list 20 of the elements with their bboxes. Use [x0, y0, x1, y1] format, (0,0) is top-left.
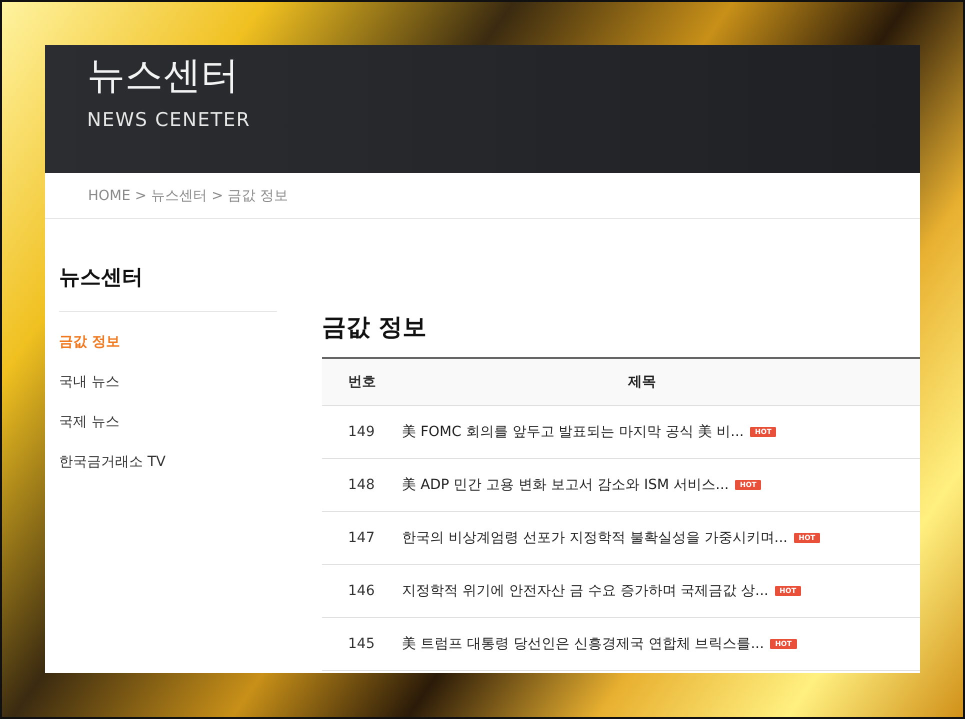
article-link[interactable]: 美 ADP 민간 고용 변화 보고서 감소와 ISM 서비스... — [402, 476, 729, 494]
article-link[interactable]: 한국의 비상계엄령 선포가 지정학적 불확실성을 가중시키며... — [402, 529, 788, 547]
breadcrumb: HOME > 뉴스센터 > 금값 정보 — [88, 186, 288, 204]
sidebar-link[interactable]: 국제 뉴스 — [59, 406, 120, 446]
row-number: 146 — [347, 583, 376, 599]
column-header: 제목 — [626, 373, 657, 391]
sidebar-link[interactable]: 한국금거래소 TV — [59, 446, 166, 486]
row-number: 149 — [347, 424, 376, 440]
row-number: 147 — [347, 530, 376, 546]
article-link[interactable]: 美 FOMC 회의를 앞두고 발표되는 마지막 공식 美 비... — [402, 423, 744, 441]
page-heading: 뉴스센터 — [87, 52, 240, 99]
article-link[interactable]: 美 트럼프 대통령 당선인은 신흥경제국 연합체 브릭스를... — [402, 635, 764, 653]
row-number: 145 — [347, 636, 376, 652]
section-title: 금값 정보 — [322, 312, 428, 343]
sidebar-title: 뉴스센터 — [59, 263, 277, 312]
sidebar-link[interactable]: 국내 뉴스 — [59, 366, 120, 406]
article-link[interactable]: 지정학적 위기에 안전자산 금 수요 증가하며 국제금값 상... — [402, 582, 769, 600]
row-number: 148 — [347, 477, 376, 493]
column-header: 번호 — [347, 373, 377, 391]
page-subheading: NEWS CENETER — [87, 109, 252, 131]
